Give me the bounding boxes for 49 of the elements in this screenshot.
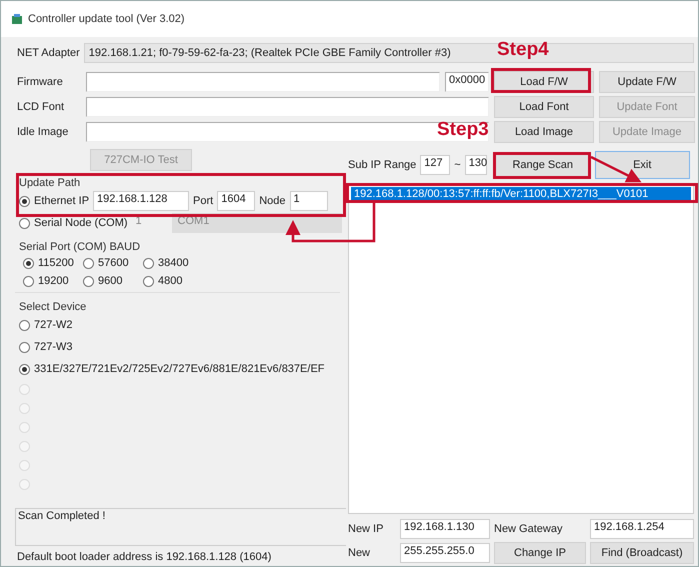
gateway-field[interactable]: 192.168.1.254 [590,519,694,539]
baud-radio[interactable]: 38400 [143,257,203,269]
file-path-field[interactable] [86,72,440,92]
baud-radio[interactable]: 9600 [83,275,143,287]
baud-radio[interactable]: 115200 [23,257,83,269]
range-end-field[interactable]: 130 [464,155,487,175]
new-ip-field[interactable]: 192.168.1.130 [400,519,490,539]
range-start-field[interactable]: 127 [420,155,450,175]
adapter-label: NET Adapter [17,47,80,59]
ethernet-radio[interactable]: Ethernet IP [19,195,90,207]
node-field[interactable]: 1 [290,191,328,211]
device-list-item[interactable]: 192.168.1.128/00:13:57:ff:ff:fb/Ver:1100,BLX727I3___V0101 [351,187,691,201]
file-label: LCD Font [17,101,66,113]
port-field[interactable]: 1604 [217,191,256,211]
update-button[interactable]: Update F/W [599,71,695,93]
status-note: Default boot loader address is 192.168.1.128 (1604) [16,550,272,565]
file-path-field[interactable] [86,97,489,117]
group-title: Update Path [19,177,82,189]
load-button[interactable]: Load Image [494,121,594,143]
device-radio[interactable]: 727-W3 [19,341,73,353]
change-ip-button[interactable]: Change IP [494,542,586,564]
file-label: Idle Image [17,126,70,138]
range-separator: ~ [454,159,461,171]
node-label: Node [259,195,286,207]
device-radio[interactable]: 331E/327E/721Ev2/725Ev2/727Ev6/881E/821Ev6/837E/EF [19,363,324,375]
baud-radio[interactable]: 19200 [23,275,83,287]
file-label: Firmware [17,76,64,88]
ip-field[interactable]: 192.168.1.128 [93,191,190,211]
group-title: Serial Port (COM) BAUD [19,241,142,253]
mask-field[interactable]: 255.255.255.0 [400,543,490,563]
device-radio[interactable]: 727-W2 [19,319,73,331]
baud-radio[interactable]: 4800 [143,275,203,287]
port-label: Port [193,195,214,207]
baud-radio[interactable]: 57600 [83,257,143,269]
group-title: Select Device [19,301,88,313]
serial-radio[interactable]: Serial Node (COM) [19,217,128,229]
find-button[interactable]: Find (Broadcast) [590,542,694,564]
load-button[interactable]: Load Font [494,96,594,118]
gateway-label: New Gateway [494,523,564,535]
status-log: Scan Completed ! [15,508,346,546]
mask-label: New [348,547,372,559]
app-icon [11,13,23,25]
step-label: Step3 [437,119,489,141]
exit-button[interactable]: Exit [594,151,690,179]
range-label: Sub IP Range [348,159,416,171]
checksum-field[interactable]: 0x0000 [445,72,489,92]
window-title: Controller update tool (Ver 3.02) [28,13,185,25]
new-ip-label: New IP [348,523,384,535]
file-path-field[interactable] [86,122,489,142]
